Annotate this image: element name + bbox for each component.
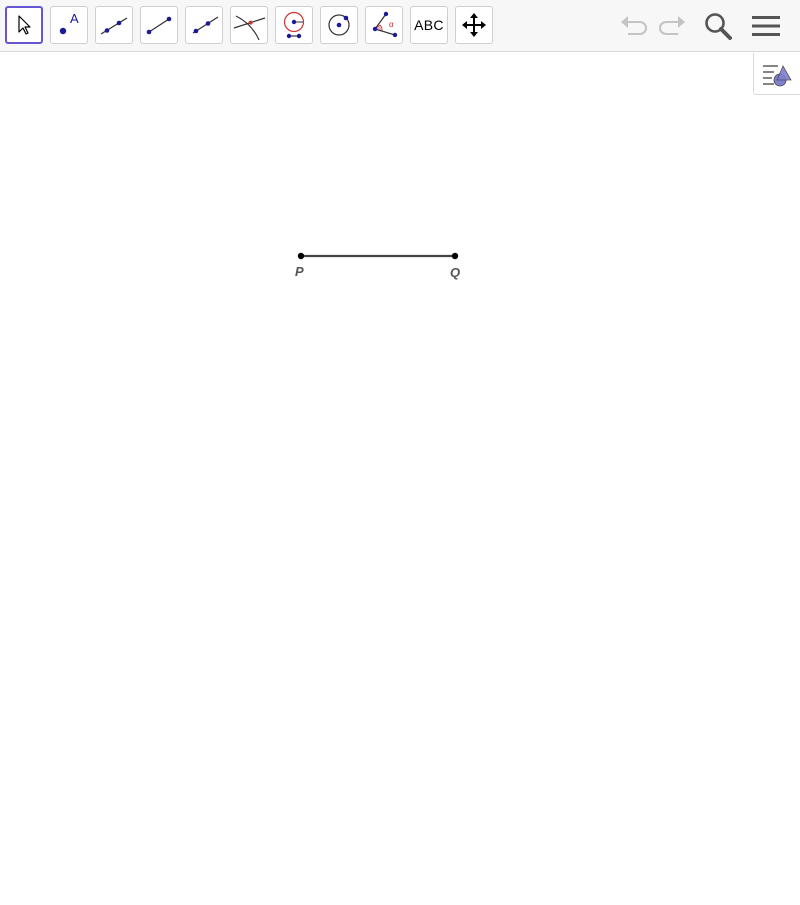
compass-circle-icon (283, 11, 305, 39)
graphics-canvas[interactable]: P Q (0, 53, 800, 900)
text-icon: ABC (414, 17, 444, 33)
point-label-p: P (295, 264, 304, 279)
graphics-view[interactable]: P Q (0, 53, 800, 900)
undo-button[interactable] (616, 8, 652, 44)
text-tool-button[interactable]: ABC (410, 6, 448, 44)
undo-icon (621, 16, 647, 35)
angle-icon: α (372, 11, 398, 38)
redo-button[interactable] (654, 8, 690, 44)
toolbar: A α ABC (0, 0, 800, 52)
ray-tool-button[interactable] (185, 6, 223, 44)
angle-tool-label: α (389, 20, 394, 29)
segment-icon (146, 16, 172, 35)
redo-icon (659, 16, 685, 35)
move-graphics-tool-button[interactable] (455, 6, 493, 44)
main-menu-button[interactable] (748, 8, 784, 44)
line-tool-button[interactable] (95, 6, 133, 44)
intersect-tool-button[interactable] (230, 6, 268, 44)
circle-center-point-icon (328, 14, 350, 36)
point-q[interactable] (451, 252, 459, 260)
compass-tool-button[interactable] (275, 6, 313, 44)
angle-tool-button[interactable]: α (365, 6, 403, 44)
search-icon (705, 13, 732, 40)
point-p[interactable] (297, 252, 305, 260)
intersect-icon (233, 15, 266, 41)
move-graphics-icon (462, 13, 486, 37)
segment-tool-button[interactable] (140, 6, 178, 44)
cursor-arrow-icon (18, 15, 31, 35)
point-label-q: Q (450, 265, 460, 280)
line-through-points-icon (100, 17, 128, 35)
circle-tool-button[interactable] (320, 6, 358, 44)
ray-icon (192, 16, 219, 34)
menu-icon (752, 16, 780, 36)
move-tool-button[interactable] (5, 6, 43, 44)
point-icon: A (59, 11, 79, 35)
point-tool-label: A (70, 11, 79, 26)
search-button[interactable] (700, 8, 736, 44)
point-tool-button[interactable]: A (50, 6, 88, 44)
